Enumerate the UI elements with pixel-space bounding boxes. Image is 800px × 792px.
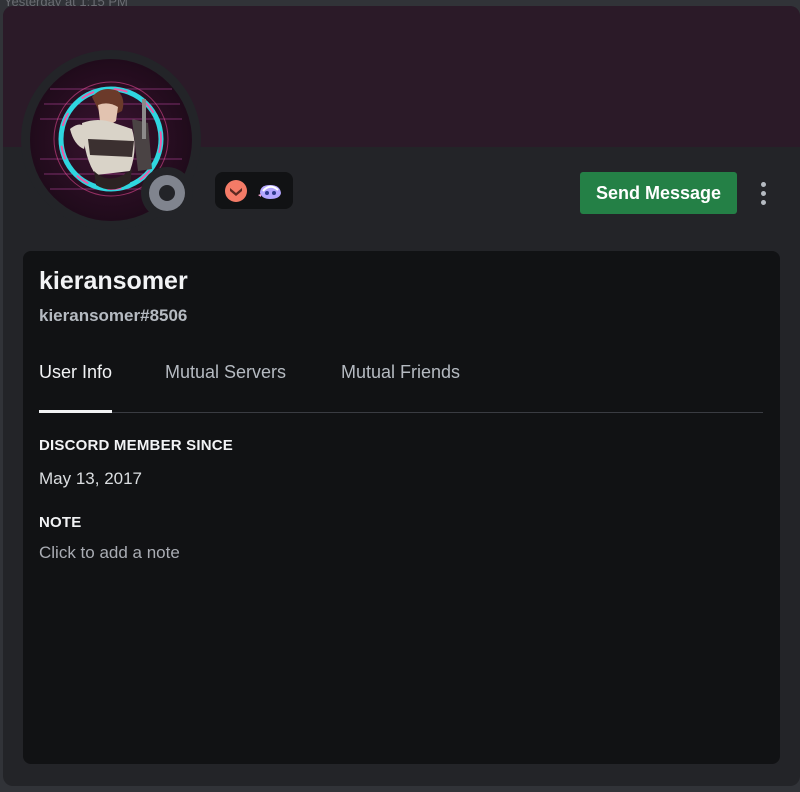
- profile-tabs: User Info Mutual Servers Mutual Friends: [39, 351, 763, 413]
- user-tag: kieransomer#8506: [39, 306, 188, 325]
- more-options-icon[interactable]: [751, 176, 775, 210]
- user-profile-modal: Send Message kieransomer kieransomer#850…: [3, 6, 800, 786]
- badge-list: [215, 172, 293, 209]
- profile-info-card: kieransomer kieransomer#8506 User Info M…: [23, 251, 780, 764]
- tab-user-info[interactable]: User Info: [39, 362, 112, 383]
- username: kieransomer: [39, 267, 188, 295]
- more-dot: [760, 199, 766, 205]
- note-input[interactable]: Click to add a note: [39, 543, 339, 571]
- nitro-icon[interactable]: [256, 179, 284, 203]
- tab-mutual-friends[interactable]: Mutual Friends: [341, 362, 460, 383]
- active-tab-indicator: [39, 410, 112, 413]
- hypesquad-icon[interactable]: [224, 179, 248, 203]
- more-dot: [760, 181, 766, 187]
- send-message-button[interactable]: Send Message: [580, 172, 737, 214]
- tab-mutual-servers[interactable]: Mutual Servers: [165, 362, 286, 383]
- offline-status-icon: [149, 175, 185, 211]
- status-indicator: [141, 167, 193, 219]
- member-since-heading: DISCORD MEMBER SINCE: [39, 437, 234, 454]
- member-since-value: May 13, 2017: [39, 469, 143, 488]
- note-heading: NOTE: [39, 514, 82, 531]
- more-dot: [760, 190, 766, 196]
